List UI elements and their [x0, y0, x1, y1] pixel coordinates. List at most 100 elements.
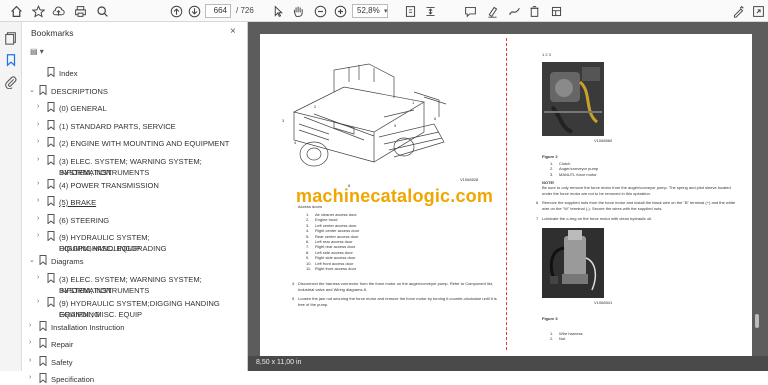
home-icon[interactable]: [8, 3, 24, 19]
bookmarks-panel: Bookmarks × ▤ ▾ Index ⌄ DESCRIPTIONS › (0) G…: [22, 22, 248, 384]
svg-text:2: 2: [314, 104, 317, 109]
cursor-icon[interactable]: [270, 3, 286, 19]
bookmark-options-button[interactable]: ▤ ▾: [30, 47, 50, 59]
bookmark-label-continued: SYSTEM; INSTRUMENTS: [59, 285, 150, 295]
page-size-bar: 8,50 x 11,00 in: [248, 356, 768, 371]
bookmark-flag-icon: [39, 255, 47, 266]
bookmark-label: DESCRIPTIONS: [51, 86, 108, 96]
list-text: Right center access door: [315, 228, 360, 234]
hand-icon[interactable]: [290, 3, 306, 19]
bookmark-label-continued: EQUIPM; MISC. EQUIP: [59, 244, 141, 253]
chevron-right-icon[interactable]: ›: [29, 339, 31, 346]
sign-icon[interactable]: [730, 3, 746, 19]
access-door-list: 1. Air cleaner access door 2. Engine hood 3.…: [306, 212, 426, 271]
bookmark-label: (5) BRAKE: [59, 198, 97, 207]
list-text: Left side access door: [315, 249, 353, 255]
page-divider: [506, 38, 507, 350]
list-text: Right front access door: [315, 265, 357, 271]
list-item: 2. Nut: [550, 336, 670, 341]
highlight-icon[interactable]: [484, 3, 500, 19]
chevron-right-icon[interactable]: ›: [37, 298, 39, 305]
chevron-right-icon[interactable]: ›: [29, 322, 31, 329]
chevron-right-icon[interactable]: ›: [37, 180, 39, 187]
chevron-right-icon[interactable]: ›: [29, 357, 31, 364]
svg-text:1: 1: [412, 100, 415, 105]
chevron-right-icon[interactable]: ›: [37, 197, 39, 204]
list-text: Nut: [559, 336, 566, 342]
erase-icon[interactable]: [526, 3, 542, 19]
chevron-right-icon[interactable]: ›: [29, 374, 31, 381]
svg-text:5: 5: [394, 123, 397, 128]
search-icon[interactable]: [94, 3, 110, 19]
panel-title: Bookmarks: [31, 28, 74, 38]
list-text: Right side access door: [315, 255, 356, 261]
bookmark-label-continued: EQUIPM.; MISC. EQUIP: [59, 309, 143, 319]
upload-icon[interactable]: [50, 3, 66, 19]
share-icon[interactable]: [750, 3, 766, 19]
chevron-right-icon[interactable]: ›: [37, 232, 39, 239]
pages-icon[interactable]: [4, 31, 18, 45]
chevron-right-icon[interactable]: ›: [37, 215, 39, 222]
fit-page-icon[interactable]: [402, 3, 418, 19]
list-text: Air cleaner access door: [315, 212, 357, 217]
print-icon[interactable]: [72, 3, 88, 19]
list-number: 11.: [306, 265, 312, 271]
bookmark-label: (0) GENERAL: [59, 104, 107, 113]
close-icon[interactable]: ×: [230, 26, 236, 37]
list-text: MANUTL force motor: [559, 171, 597, 177]
document-viewer[interactable]: 123 456 V1068528 8 machinecatalogic.com …: [248, 22, 768, 371]
bookmark-flag-icon: [47, 178, 55, 190]
page-spread: 123 456 V1068528 8 machinecatalogic.com …: [260, 34, 752, 356]
list-text: Auger/conveyor pump: [559, 166, 599, 172]
bookmark-flag-icon: [39, 338, 47, 349]
chevron-right-icon[interactable]: ›: [37, 121, 39, 128]
chevron-right-icon[interactable]: ›: [37, 103, 39, 110]
scroll-mode-icon[interactable]: [422, 3, 438, 19]
bookmark-flag-icon: [39, 355, 47, 367]
attachment-icon[interactable]: [4, 75, 18, 90]
page-size: 8,50 x 11,00 in: [256, 359, 302, 366]
step-6-number: 6: [536, 200, 539, 205]
list-text: Engine hood: [315, 217, 338, 223]
chevron-right-icon[interactable]: ›: [37, 156, 39, 163]
zoom-level-select[interactable]: 52,8%: [352, 4, 388, 18]
note-text: Be sure to only remove the force motor f…: [542, 185, 731, 196]
chevron-right-icon[interactable]: ›: [37, 274, 39, 281]
step-7-text: Lubricate the o-ring on the force motor …: [542, 216, 653, 221]
figure-code: V1068528: [460, 177, 479, 182]
page-number-input[interactable]: 664: [205, 4, 231, 18]
list-text: Right rear access door: [315, 244, 356, 250]
chevron-right-icon[interactable]: ›: [37, 138, 39, 145]
figure-2-list: 1. Clutch 2. Auger/conveyor pump 3. MANUTL fo…: [550, 161, 670, 177]
bookmark-label: (6) STEERING: [59, 215, 110, 225]
step-5-number: 5: [292, 296, 295, 301]
bookmark-flag-icon: [47, 196, 55, 207]
figure-3-caption: Figure 3: [542, 316, 558, 321]
chevron-down-icon[interactable]: ⌄: [29, 256, 35, 264]
bookmark-icon[interactable]: [4, 53, 18, 67]
star-icon[interactable]: [30, 3, 46, 19]
chevron-down-icon[interactable]: ▾: [384, 7, 388, 15]
top-toolbar: 664 / 726 52,8% ▾: [0, 0, 768, 22]
list-text: Rear center access door: [315, 233, 359, 239]
zoom-in-icon[interactable]: [332, 3, 348, 19]
chevron-down-icon[interactable]: ⌄: [29, 86, 35, 94]
bookmark-flag-icon: [47, 137, 55, 148]
list-number: 3.: [550, 171, 554, 177]
svg-text:6: 6: [434, 116, 437, 121]
zoom-out-icon[interactable]: [312, 3, 328, 19]
figure-callout: Access doors: [298, 204, 323, 209]
list-text: Left front access door: [315, 260, 354, 266]
machine-illustration: 123 456: [282, 63, 447, 167]
arrow-down-icon[interactable]: [186, 3, 202, 19]
comment-icon[interactable]: [462, 3, 478, 19]
list-item: 11. Right front access door: [306, 266, 426, 271]
photo-force-motor: [542, 62, 604, 136]
photo-wire-harness: [542, 228, 604, 298]
scrollbar[interactable]: [755, 314, 759, 328]
more-tools-icon[interactable]: [548, 3, 564, 19]
photo-code: V1068560: [594, 138, 613, 143]
arrow-up-icon[interactable]: [168, 3, 184, 19]
step-7-number: 7: [536, 216, 539, 221]
draw-icon[interactable]: [506, 3, 522, 19]
